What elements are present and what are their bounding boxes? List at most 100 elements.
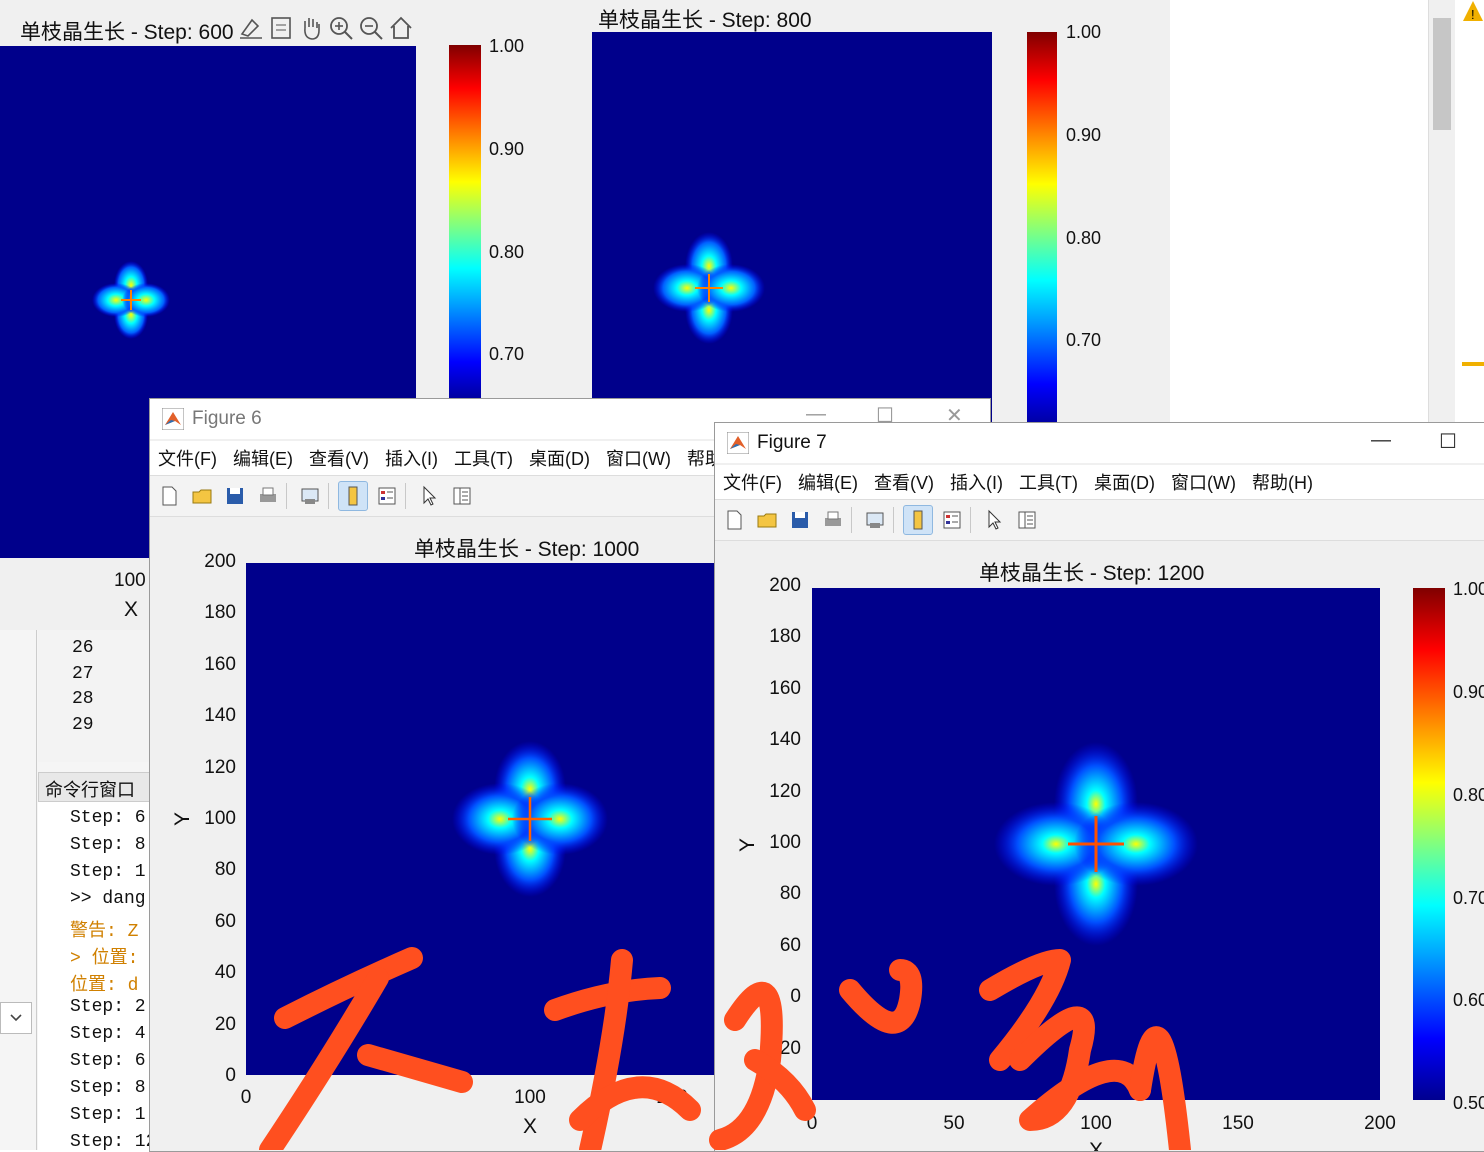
open-button[interactable] <box>753 506 781 534</box>
colorbar <box>1027 32 1057 430</box>
menu-view[interactable]: 查看(V) <box>309 445 369 471</box>
y-tick-label: 180 <box>204 602 236 624</box>
menu-tools[interactable]: 工具(T) <box>1019 469 1078 495</box>
insert-colorbar-button[interactable] <box>903 505 933 535</box>
x-tick-label: 0 <box>806 1113 818 1134</box>
menu-view[interactable]: 查看(V) <box>874 469 934 495</box>
figure-7-titlebar[interactable]: Figure 7 <box>715 423 1484 463</box>
brush-icon[interactable] <box>238 14 264 42</box>
property-inspector-button[interactable] <box>448 482 476 510</box>
toolbar-separator <box>405 483 406 509</box>
y-tick-label: 140 <box>769 729 801 751</box>
property-inspector-icon <box>453 487 471 505</box>
menu-window[interactable]: 窗口(W) <box>606 445 671 471</box>
command-output-line: > 位置: <box>70 949 139 969</box>
command-output-line: Step: 8 <box>70 1078 146 1098</box>
print-button[interactable] <box>819 506 847 534</box>
edit-plot-button[interactable] <box>415 482 443 510</box>
print-button[interactable] <box>254 482 282 510</box>
insert-colorbar-button[interactable] <box>338 481 368 511</box>
link-plot-button[interactable] <box>296 482 324 510</box>
property-inspector-button[interactable] <box>1013 506 1041 534</box>
print-icon <box>260 487 276 502</box>
pan-icon[interactable] <box>298 14 324 42</box>
save-button[interactable] <box>786 506 814 534</box>
matlab-logo-icon <box>727 432 749 454</box>
new-figure-button[interactable] <box>155 482 183 510</box>
y-tick-label: 200 <box>769 575 801 596</box>
figure-7-title: Figure 7 <box>757 432 827 453</box>
menu-edit[interactable]: 编辑(E) <box>798 469 858 495</box>
x-tick-label: 150 <box>656 1087 688 1108</box>
menu-desktop[interactable]: 桌面(D) <box>1094 469 1155 495</box>
toolbar-separator <box>970 507 971 533</box>
legend-icon <box>378 487 396 505</box>
menu-insert[interactable]: 插入(I) <box>385 445 438 471</box>
colorbar-tick: 0.70 <box>489 344 525 364</box>
command-window-header[interactable]: 命令行窗口 <box>38 772 152 802</box>
y-tick-label: 40 <box>214 962 236 984</box>
menu-help[interactable]: 帮助(H) <box>1252 469 1313 495</box>
y-tick-label: 140 <box>204 705 236 727</box>
link-plot-icon <box>301 488 319 504</box>
vertical-scrollbar[interactable] <box>1428 0 1455 430</box>
colorbar-tick: 0.70 <box>1453 888 1484 908</box>
y-tick-label: 0 <box>790 986 801 1008</box>
new-file-icon <box>162 486 177 506</box>
menu-file[interactable]: 文件(F) <box>158 445 217 471</box>
menu-file[interactable]: 文件(F) <box>723 469 782 495</box>
legend-icon <box>943 511 961 529</box>
y-tick-label: 120 <box>204 756 236 778</box>
insert-legend-button[interactable] <box>938 506 966 534</box>
legend-icon[interactable] <box>268 14 294 42</box>
x-tick-label: 100 <box>114 570 146 591</box>
minimize-button[interactable]: — <box>1371 429 1391 452</box>
command-output-line: Step: 1 <box>70 1105 146 1125</box>
figure-7-toolbar <box>715 499 1484 541</box>
line-number: 27 <box>72 664 94 684</box>
y-tick-label: 60 <box>779 934 801 956</box>
colorbar-tick: 0.80 <box>489 242 525 262</box>
command-output-line: Step: 1 <box>70 862 146 882</box>
y-tick-label: 60 <box>214 910 236 932</box>
collapse-chevron-icon[interactable] <box>0 1002 32 1034</box>
plot-title: 单枝晶生长 - Step: 1200 <box>979 562 1205 585</box>
colorbar <box>449 45 481 405</box>
toolbar-separator <box>328 483 329 509</box>
y-tick-label: 200 <box>204 551 236 572</box>
property-inspector-icon <box>1018 511 1036 529</box>
new-figure-button[interactable] <box>720 506 748 534</box>
colorbar-tick: 0.80 <box>1453 785 1484 805</box>
x-axis-label: X <box>1089 1139 1104 1152</box>
x-tick-label: 150 <box>1222 1113 1254 1134</box>
link-plot-button[interactable] <box>861 506 889 534</box>
zoom-out-icon[interactable] <box>358 14 384 42</box>
menu-insert[interactable]: 插入(I) <box>950 469 1003 495</box>
insert-legend-button[interactable] <box>373 482 401 510</box>
pointer-arrow-icon <box>423 485 437 506</box>
open-folder-icon <box>757 513 777 528</box>
figure-6-title: Figure 6 <box>192 408 262 429</box>
zoom-in-icon[interactable] <box>328 14 354 42</box>
x-tick-label: 100 <box>1080 1113 1112 1134</box>
colorbar-tick: 0.80 <box>1066 228 1102 248</box>
phase-field-plot <box>246 563 746 1075</box>
colorbar-tick: 0.60 <box>1453 990 1484 1010</box>
link-plot-icon <box>866 512 884 528</box>
colorbar-tick: 1.00 <box>489 36 525 56</box>
edit-plot-button[interactable] <box>980 506 1008 534</box>
menu-tools[interactable]: 工具(T) <box>454 445 513 471</box>
open-button[interactable] <box>188 482 216 510</box>
matlab-desktop-left: 26 27 28 29 命令行窗口 Step: 6 Step: 8 Step: 1 >… <box>0 630 152 1150</box>
command-window-content[interactable]: Step: 6 Step: 8 Step: 1 >> dang 警告: Z > 位置: 位置… <box>38 802 150 1150</box>
command-output-line: Step: 1200, beta = ... efacto..: 0.02 <box>70 1132 150 1150</box>
menu-window[interactable]: 窗口(W) <box>1171 469 1236 495</box>
x-tick-label: 200 <box>1364 1113 1396 1134</box>
menu-edit[interactable]: 编辑(E) <box>233 445 293 471</box>
menu-desktop[interactable]: 桌面(D) <box>529 445 590 471</box>
maximize-button[interactable]: ☐ <box>1439 429 1457 454</box>
home-icon[interactable] <box>388 14 414 42</box>
scrollbar-thumb[interactable] <box>1433 18 1451 130</box>
print-icon <box>825 511 841 526</box>
save-button[interactable] <box>221 482 249 510</box>
